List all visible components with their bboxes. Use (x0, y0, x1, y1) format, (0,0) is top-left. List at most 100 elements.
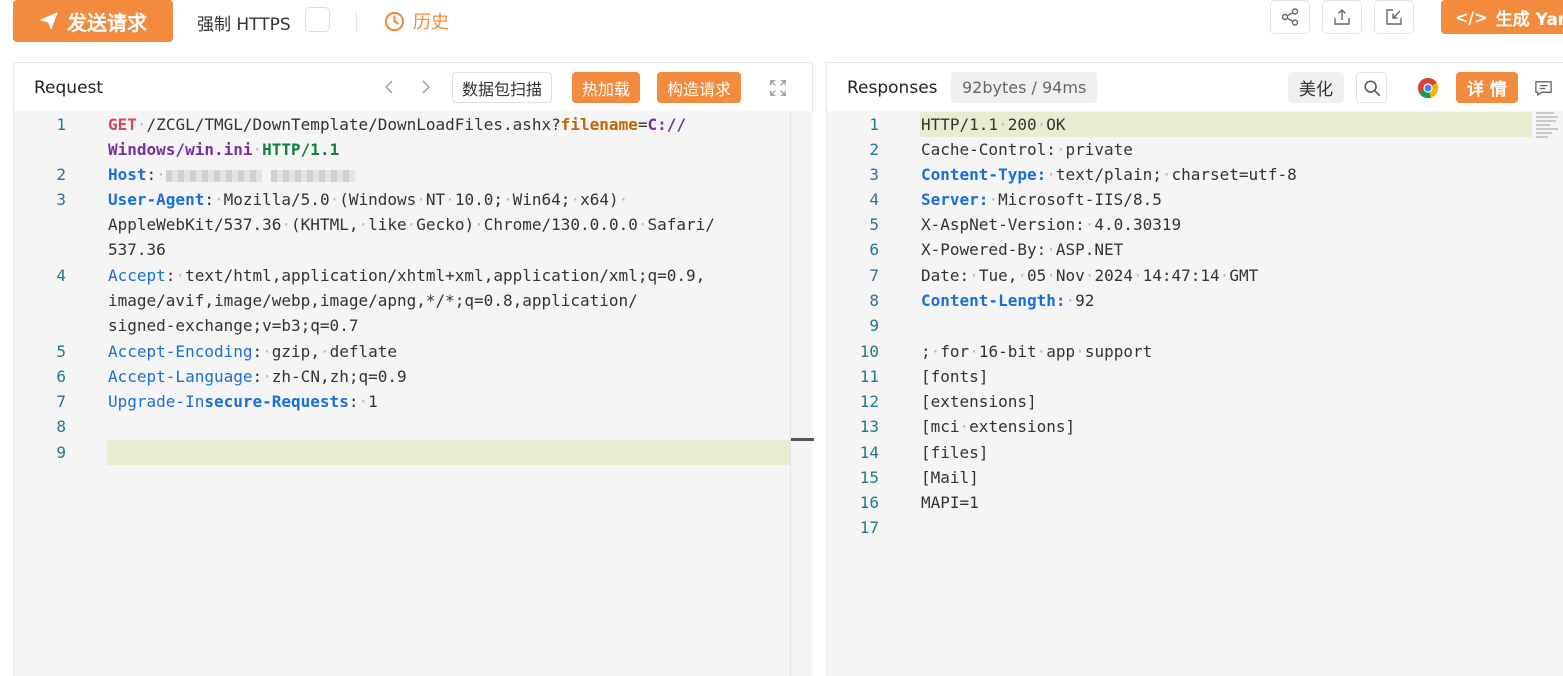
prev-button[interactable] (380, 77, 398, 97)
header-line: X-Powered-By:·ASP.NET (921, 240, 1124, 259)
redacted-port (271, 169, 356, 182)
header-line: Date:·Tue,·05·Nov·2024·14:47:14·GMT (921, 266, 1259, 285)
line-number: 13 (859, 417, 879, 436)
open-in-chrome-button[interactable] (1416, 76, 1440, 100)
request-scrollbar[interactable] (790, 112, 814, 676)
packet-scan-button[interactable]: 数据包扫描 (452, 72, 553, 103)
chrome-icon (1417, 77, 1439, 99)
line-number: 7 (869, 266, 879, 285)
send-request-button[interactable]: 发送请求 (13, 0, 173, 42)
hot-load-button[interactable]: 热加载 (572, 72, 641, 103)
line-number: 2 (869, 140, 879, 159)
line-number: 15 (859, 468, 879, 487)
force-https-checkbox[interactable] (305, 7, 330, 32)
response-stats: 92bytes / 94ms (951, 72, 1098, 103)
header-line: Content-Length:·92 (921, 291, 1095, 310)
line-number: 3 (869, 165, 879, 184)
comment-button[interactable] (1531, 76, 1555, 100)
line-number: 6 (869, 240, 879, 259)
share-icon (1281, 8, 1299, 26)
line-number: 9 (869, 316, 879, 335)
request-panel: Request 数据包扫描 热加载 构造请求 1 2 3 4 5 6 7 8 9 (13, 62, 814, 676)
line-number: 17 (859, 518, 879, 537)
request-editor[interactable]: 1 2 3 4 5 6 7 8 9 GET·/ZCGL/TMGL/DownTem… (14, 112, 814, 676)
search-icon (1363, 79, 1380, 96)
details-label: 详 情 (1467, 80, 1507, 100)
header-line: X-AspNet-Version:·4.0.30319 (921, 215, 1182, 234)
chevron-left-icon (384, 80, 393, 94)
beautify-button[interactable]: 美化 (1288, 72, 1344, 103)
accept-line-cont: signed-exchange;v=b3;q=0.7 (108, 316, 359, 335)
code-icon: </> (1455, 7, 1488, 27)
request-line: Windows/win.ini·HTTP/1.1 (108, 140, 340, 159)
line-number: 4 (869, 190, 879, 209)
line-number: 5 (869, 215, 879, 234)
header-line: Cache-Control:·private (921, 140, 1133, 159)
expand-icon (770, 80, 786, 96)
send-request-label: 发送请求 (67, 10, 147, 35)
comment-icon (1534, 80, 1552, 96)
line-number: 5 (56, 342, 66, 361)
accept-encoding-line: Accept-Encoding:·gzip,·deflate (108, 342, 398, 361)
next-button[interactable] (417, 77, 435, 97)
line-number: 1 (56, 115, 66, 134)
user-agent-line: User-Agent:·Mozilla/5.0·(Windows·NT·10.0… (108, 190, 629, 209)
body-line: [files] (921, 443, 989, 462)
share-button[interactable] (1270, 0, 1310, 34)
paper-plane-icon (40, 12, 58, 30)
line-number: 3 (56, 190, 66, 209)
request-header: Request 数据包扫描 热加载 构造请求 (14, 63, 812, 111)
generate-yaml-button[interactable]: </> 生成 Yaml (1441, 0, 1563, 34)
active-line-highlight (107, 440, 790, 465)
scroll-position-marker (791, 438, 814, 441)
import-icon (1386, 9, 1402, 25)
toolbar-divider (356, 10, 357, 32)
redacted-host (165, 169, 262, 182)
line-number: 11 (859, 367, 879, 386)
line-number: 7 (56, 392, 66, 411)
beautify-label: 美化 (1299, 80, 1333, 100)
clock-icon (384, 11, 405, 31)
import-button[interactable] (1374, 0, 1414, 34)
response-panel: Responses 92bytes / 94ms 美化 详 情 1 2 3 4 … (826, 62, 1563, 676)
host-line: Host:· (108, 162, 356, 187)
fullscreen-button[interactable] (766, 76, 790, 100)
search-button[interactable] (1356, 72, 1387, 103)
build-request-button[interactable]: 构造请求 (657, 72, 742, 103)
user-agent-line-cont: 537.36 (108, 240, 166, 259)
line-number: 1 (869, 115, 879, 134)
line-number: 8 (56, 417, 66, 436)
build-request-label: 构造请求 (667, 79, 732, 99)
body-line: [extensions] (921, 392, 1037, 411)
response-stats-text: 92bytes / 94ms (962, 78, 1087, 97)
line-number: 10 (859, 342, 879, 361)
header-line: Server:·Microsoft-IIS/8.5 (921, 190, 1162, 209)
line-number: 2 (56, 165, 66, 184)
upload-icon (1334, 9, 1350, 25)
request-title: Request (34, 78, 104, 98)
export-button[interactable] (1322, 0, 1362, 34)
request-line: GET·/ZCGL/TMGL/DownTemplate/DownLoadFile… (108, 115, 686, 134)
history-label: 历史 (413, 12, 449, 33)
user-agent-line-cont: AppleWebKit/537.36·(KHTML,·like·Gecko)·C… (108, 215, 715, 234)
line-number: 16 (859, 493, 879, 512)
details-button[interactable]: 详 情 (1456, 72, 1518, 103)
accept-line-cont: image/avif,image/webp,image/apng,*/*;q=0… (108, 291, 638, 310)
header-line: Content-Type:·text/plain;·charset=utf-8 (921, 165, 1297, 184)
top-toolbar: 发送请求 强制 HTTPS 历史 </> 生成 Yaml (0, 0, 1563, 45)
response-header: Responses 92bytes / 94ms 美化 详 情 (827, 63, 1563, 111)
status-line: HTTP/1.1·200·OK (921, 115, 1066, 134)
response-minimap[interactable] (1536, 112, 1560, 142)
line-number: 12 (859, 392, 879, 411)
line-number: 8 (869, 291, 879, 310)
body-line: [mci·extensions] (921, 417, 1076, 436)
generate-yaml-label: 生成 Yaml (1495, 9, 1563, 30)
body-line: ;·for·16-bit·app·support (921, 342, 1153, 361)
line-number: 4 (56, 266, 66, 285)
line-number: 9 (56, 443, 66, 462)
body-line: [Mail] (921, 468, 979, 487)
history-button[interactable]: 历史 (384, 8, 449, 34)
line-number: 6 (56, 367, 66, 386)
response-editor[interactable]: 1 2 3 4 5 6 7 8 9 10 11 12 13 14 15 16 1… (827, 112, 1563, 676)
hot-load-label: 热加载 (582, 79, 631, 99)
